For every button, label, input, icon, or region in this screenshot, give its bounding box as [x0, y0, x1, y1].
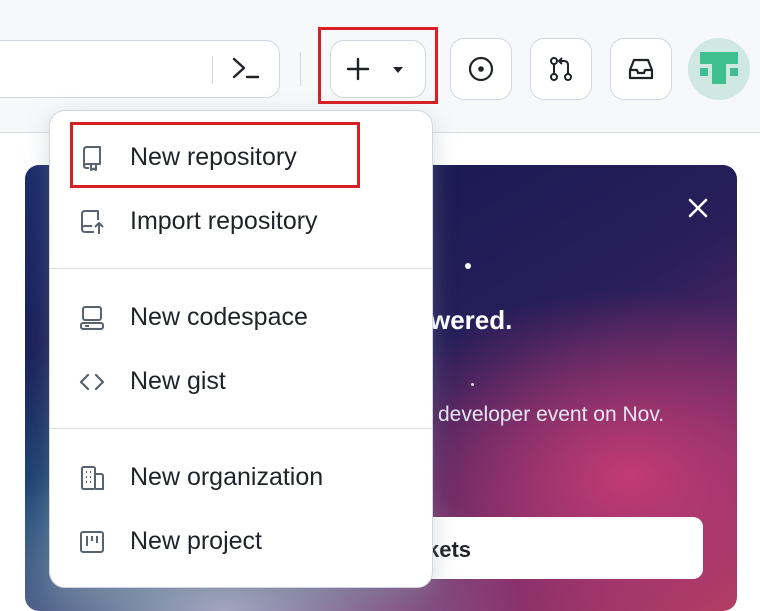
search-divider — [212, 56, 213, 84]
decorative-dot — [471, 383, 474, 386]
identicon — [688, 38, 750, 100]
create-button-highlight — [318, 27, 438, 104]
menu-item-import-repository[interactable]: Import repository — [50, 194, 432, 250]
codespaces-icon — [80, 306, 104, 330]
menu-divider — [50, 268, 432, 269]
banner-cta-label: kets — [427, 537, 472, 562]
menu-item-new-codespace[interactable]: New codespace — [50, 290, 432, 346]
terminal-icon[interactable] — [228, 50, 264, 86]
x-icon[interactable] — [687, 195, 709, 225]
menu-item-label: New codespace — [130, 303, 308, 331]
code-icon — [79, 373, 105, 391]
banner-headline: wered. — [430, 305, 513, 335]
inbox-icon — [628, 58, 654, 80]
git-pull-request-icon — [550, 57, 572, 81]
issues-button[interactable] — [450, 38, 512, 100]
menu-item-label: New organization — [130, 463, 324, 491]
organization-icon — [81, 466, 104, 490]
repo-push-icon — [81, 210, 104, 234]
decorative-dot — [465, 263, 471, 269]
banner-subtext: developer event on Nov. — [438, 403, 665, 426]
inbox-button[interactable] — [610, 38, 672, 100]
avatar[interactable] — [688, 38, 750, 100]
menu-item-label: Import repository — [130, 207, 318, 235]
menu-item-label: New project — [130, 527, 262, 555]
menu-item-new-gist[interactable]: New gist — [50, 354, 432, 410]
menu-item-new-project[interactable]: New project — [50, 514, 432, 570]
pull-requests-button[interactable] — [530, 38, 592, 100]
issue-opened-icon — [468, 56, 494, 82]
header-divider — [300, 52, 301, 86]
menu-divider — [50, 428, 432, 429]
menu-item-new-organization[interactable]: New organization — [50, 450, 432, 506]
new-repository-highlight — [70, 122, 360, 188]
menu-item-label: New gist — [130, 367, 226, 395]
project-icon — [80, 531, 104, 553]
